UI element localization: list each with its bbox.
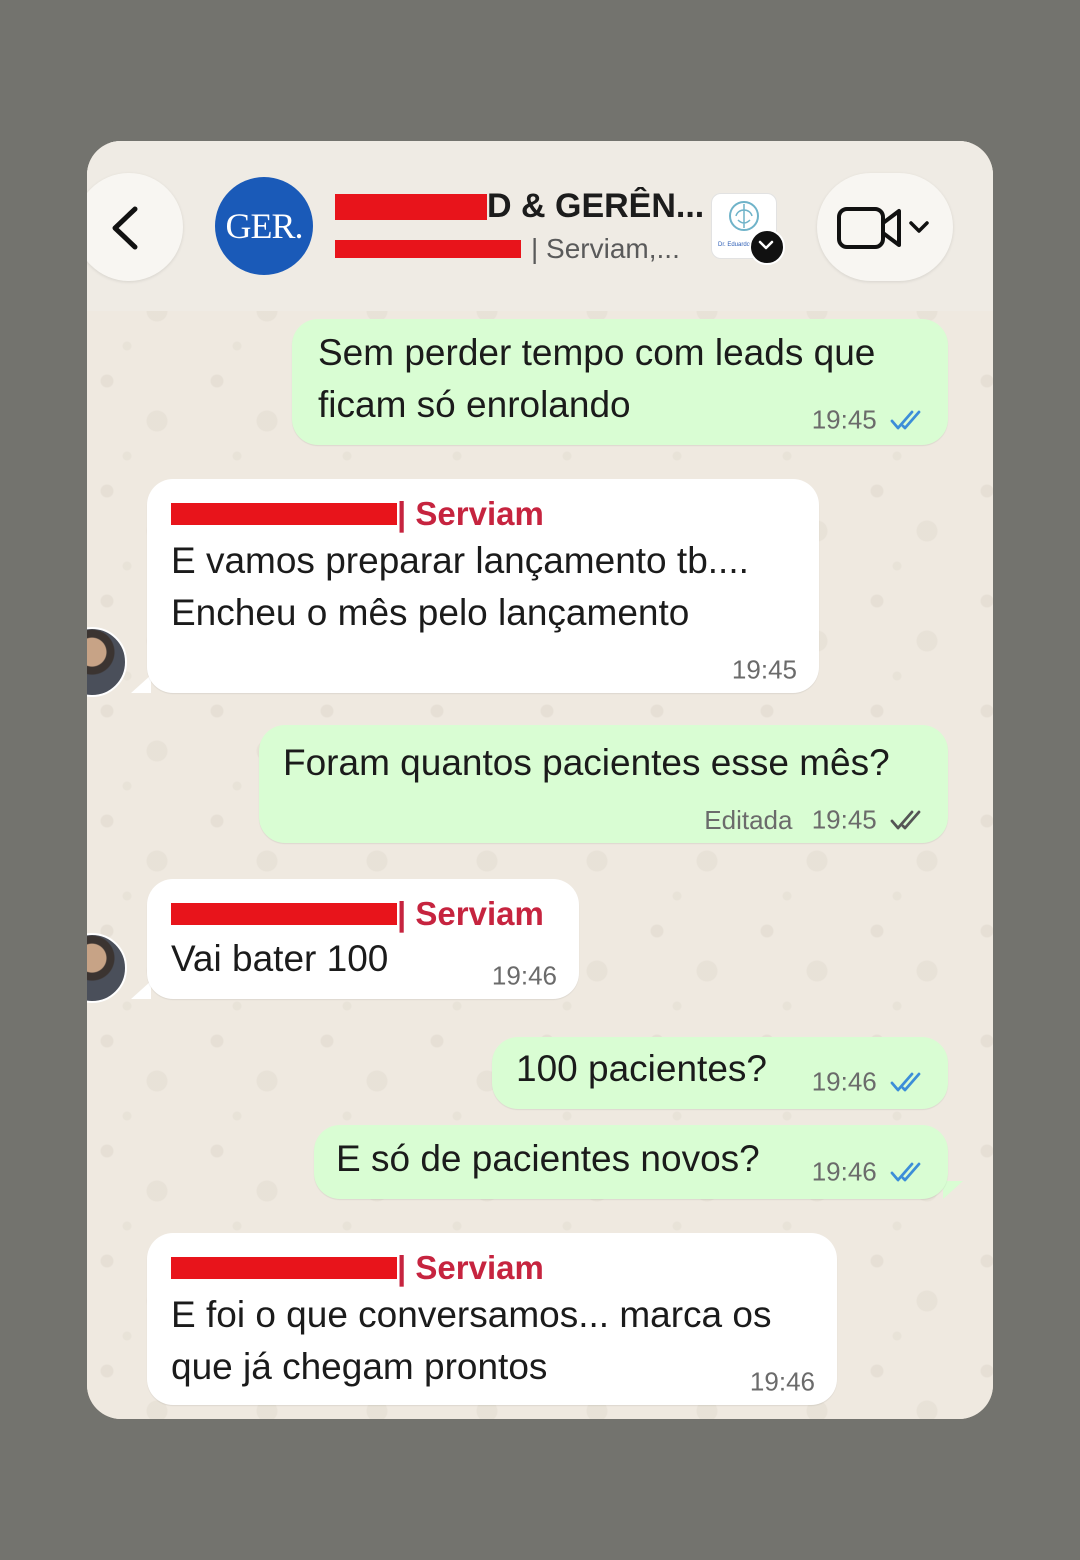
double-check-read-icon bbox=[890, 1162, 921, 1182]
message-time: 19:45 bbox=[731, 654, 797, 685]
message-meta: 19:46 bbox=[812, 1065, 926, 1098]
message-text: Sem perder tempo com leads que bbox=[318, 332, 876, 373]
sender-label: | Serviam bbox=[171, 895, 544, 932]
message-text: Foram quantos pacientes esse mês? bbox=[283, 742, 890, 783]
chat-subtitle-text: | Serviam,... bbox=[531, 233, 680, 264]
chat-title[interactable]: D & GERÊN... bbox=[335, 187, 707, 223]
chat-title-text: D & GERÊN... bbox=[487, 187, 705, 223]
message-time: 19:46 bbox=[749, 1366, 815, 1397]
group-avatar[interactable]: GER. bbox=[215, 177, 313, 275]
sender-name: | Serviam bbox=[397, 1249, 544, 1286]
message-time: 19:46 bbox=[491, 960, 557, 991]
message-meta: 19:45 bbox=[812, 403, 926, 436]
double-check-delivered-icon bbox=[890, 810, 921, 830]
logo-caption: Dr. Eduardo bbox=[718, 242, 751, 248]
bubble-tail bbox=[131, 981, 151, 999]
message-bubble-outgoing[interactable]: 100 pacientes? 19:46 bbox=[492, 1037, 948, 1109]
message-text: E só de pacientes novos? bbox=[336, 1138, 760, 1179]
message-bubble-incoming[interactable]: | Serviam E foi o que conversamos... mar… bbox=[147, 1233, 837, 1405]
message-text: que já chegam prontos bbox=[171, 1346, 548, 1387]
chat-window: GER. D & GERÊN... | Serviam,... Dr. Edua… bbox=[87, 141, 993, 1419]
message-bubble-outgoing[interactable]: E só de pacientes novos? 19:46 bbox=[314, 1125, 948, 1199]
redaction-bar bbox=[171, 503, 397, 525]
message-meta: Editada 19:45 bbox=[704, 803, 926, 836]
video-camera-icon bbox=[837, 207, 929, 249]
message-meta: 19:46 bbox=[492, 959, 557, 992]
message-text: Vai bater 100 bbox=[171, 938, 389, 979]
message-text: Encheu o mês pelo lançamento bbox=[171, 592, 690, 633]
chat-header: GER. D & GERÊN... | Serviam,... Dr. Edua… bbox=[87, 141, 993, 311]
sender-name: | Serviam bbox=[397, 495, 544, 532]
message-text: 100 pacientes? bbox=[516, 1048, 767, 1089]
message-bubble-incoming[interactable]: | Serviam E vamos preparar lançamento tb… bbox=[147, 479, 819, 693]
sender-label: | Serviam bbox=[171, 495, 544, 532]
bubble-tail bbox=[943, 1181, 963, 1199]
double-check-read-icon bbox=[890, 410, 921, 430]
bubble-tail bbox=[131, 675, 151, 693]
message-meta: 19:46 bbox=[812, 1155, 926, 1188]
message-bubble-incoming[interactable]: | Serviam Vai bater 100 19:46 bbox=[147, 879, 579, 999]
message-bubble-outgoing[interactable]: Foram quantos pacientes esse mês? Editad… bbox=[259, 725, 948, 843]
chevron-left-icon bbox=[112, 206, 138, 250]
message-text: ficam só enrolando bbox=[318, 384, 631, 425]
dropdown-badge[interactable] bbox=[749, 229, 785, 265]
edited-label: Editada bbox=[704, 804, 793, 835]
redaction-bar bbox=[171, 1257, 397, 1279]
back-button[interactable] bbox=[87, 173, 183, 281]
message-meta: 19:45 bbox=[732, 653, 797, 686]
sender-name: | Serviam bbox=[397, 895, 544, 932]
chat-subtitle: | Serviam,... bbox=[335, 233, 707, 265]
message-text: E foi o que conversamos... marca os bbox=[171, 1294, 772, 1335]
message-time: 19:45 bbox=[811, 804, 877, 835]
sender-label: | Serviam bbox=[171, 1249, 544, 1286]
message-time: 19:46 bbox=[811, 1066, 877, 1097]
chevron-down-icon bbox=[758, 240, 774, 250]
message-bubble-outgoing[interactable]: Sem perder tempo com leads que ficam só … bbox=[292, 319, 948, 445]
message-text: E vamos preparar lançamento tb.... bbox=[171, 540, 749, 581]
redaction-bar bbox=[335, 193, 487, 220]
double-check-read-icon bbox=[890, 1072, 921, 1092]
message-meta: 19:46 bbox=[750, 1365, 815, 1398]
redaction-bar bbox=[335, 240, 521, 258]
message-time: 19:45 bbox=[811, 404, 877, 435]
redaction-bar bbox=[171, 903, 397, 925]
message-time: 19:46 bbox=[811, 1156, 877, 1187]
video-call-button[interactable] bbox=[817, 173, 953, 281]
